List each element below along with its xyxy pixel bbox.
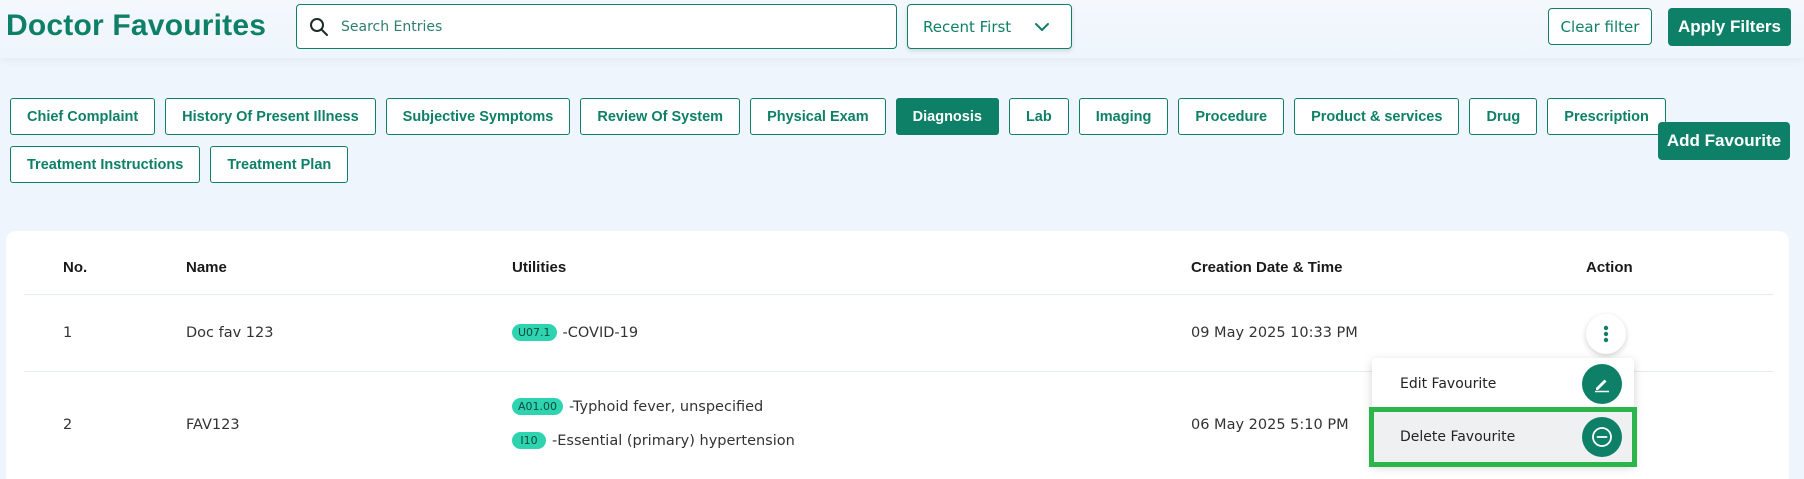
top-bar: [0, 0, 1804, 58]
add-favourite-button[interactable]: Add Favourite: [1658, 122, 1790, 160]
edit-favourite-label: Edit Favourite: [1400, 376, 1497, 392]
tab-treatment-instructions[interactable]: Treatment Instructions: [10, 146, 201, 183]
search-box[interactable]: [296, 4, 897, 49]
row-name: Doc fav 123: [186, 325, 274, 341]
row-action-menu: Edit Favourite Delete Favourite: [1369, 358, 1637, 467]
tab-prescription[interactable]: Prescription: [1547, 98, 1666, 135]
tab-chief-complaint[interactable]: Chief Complaint: [10, 98, 156, 135]
delete-favourite-icon-button[interactable]: [1582, 417, 1622, 457]
tab-procedure[interactable]: Procedure: [1178, 98, 1285, 135]
minus-circle-icon: [1592, 427, 1612, 447]
tab-physical-exam[interactable]: Physical Exam: [750, 98, 886, 135]
clear-filter-button[interactable]: Clear filter: [1548, 8, 1652, 45]
page-title: Doctor Favourites: [6, 9, 267, 42]
diagnosis-code-badge: A01.00: [512, 398, 564, 415]
chevron-down-icon: [1035, 22, 1049, 31]
column-header-utilities: Utilities: [512, 259, 567, 276]
delete-favourite-menu-item[interactable]: Delete Favourite: [1369, 407, 1637, 467]
tab-drug[interactable]: Drug: [1469, 98, 1538, 135]
sort-selected-value: Recent First: [923, 17, 1012, 36]
diagnosis-description: -COVID-19: [562, 324, 639, 341]
sort-dropdown[interactable]: Recent First: [907, 4, 1072, 49]
column-header-name: Name: [186, 259, 227, 276]
row-action-menu-button[interactable]: [1586, 314, 1626, 354]
row-utilities: U07.1 -COVID-19: [512, 324, 638, 341]
tab-subjective-symptoms[interactable]: Subjective Symptoms: [385, 98, 571, 135]
edit-favourite-icon-button[interactable]: [1582, 364, 1622, 404]
utility-item: U07.1 -COVID-19: [512, 324, 638, 341]
diagnosis-code-badge: I10: [512, 432, 546, 449]
tab-review-of-system[interactable]: Review Of System: [580, 98, 741, 135]
tab-product-services[interactable]: Product & services: [1294, 98, 1460, 135]
diagnosis-code-badge: U07.1: [512, 324, 557, 341]
search-input[interactable]: [341, 5, 896, 48]
search-icon: [310, 17, 328, 36]
edit-favourite-menu-item[interactable]: Edit Favourite: [1372, 358, 1634, 410]
row-number: 2: [63, 417, 73, 433]
pencil-icon: [1595, 379, 1609, 393]
row-creation-date: 09 May 2025 10:33 PM: [1191, 325, 1358, 341]
utility-item: I10 -Essential (primary) hypertension: [512, 432, 795, 449]
row-name: FAV123: [186, 417, 240, 433]
more-vertical-icon: [1603, 325, 1609, 343]
row-utilities: A01.00 -Typhoid fever, unspecified I10 -…: [512, 398, 795, 449]
tab-treatment-plan[interactable]: Treatment Plan: [210, 146, 349, 183]
table-header: No. Name Utilities Creation Date & Time …: [24, 259, 1774, 295]
utility-item: A01.00 -Typhoid fever, unspecified: [512, 398, 795, 415]
diagnosis-description: -Typhoid fever, unspecified: [569, 398, 764, 415]
column-header-creation-date: Creation Date & Time: [1191, 259, 1343, 276]
tab-lab[interactable]: Lab: [1008, 98, 1069, 135]
column-header-action: Action: [1586, 259, 1633, 276]
diagnosis-description: -Essential (primary) hypertension: [552, 432, 795, 449]
tab-diagnosis[interactable]: Diagnosis: [895, 98, 999, 135]
tab-imaging[interactable]: Imaging: [1078, 98, 1169, 135]
category-tabs-row-1: Chief Complaint History Of Present Illne…: [10, 98, 1666, 135]
column-header-no: No.: [63, 259, 88, 276]
tab-history-of-present-illness[interactable]: History Of Present Illness: [165, 98, 376, 135]
apply-filters-button[interactable]: Apply Filters: [1668, 8, 1791, 46]
row-number: 1: [63, 325, 73, 341]
category-tabs-row-2: Treatment Instructions Treatment Plan: [10, 146, 349, 183]
row-creation-date: 06 May 2025 5:10 PM: [1191, 417, 1349, 433]
delete-favourite-label: Delete Favourite: [1400, 429, 1516, 445]
